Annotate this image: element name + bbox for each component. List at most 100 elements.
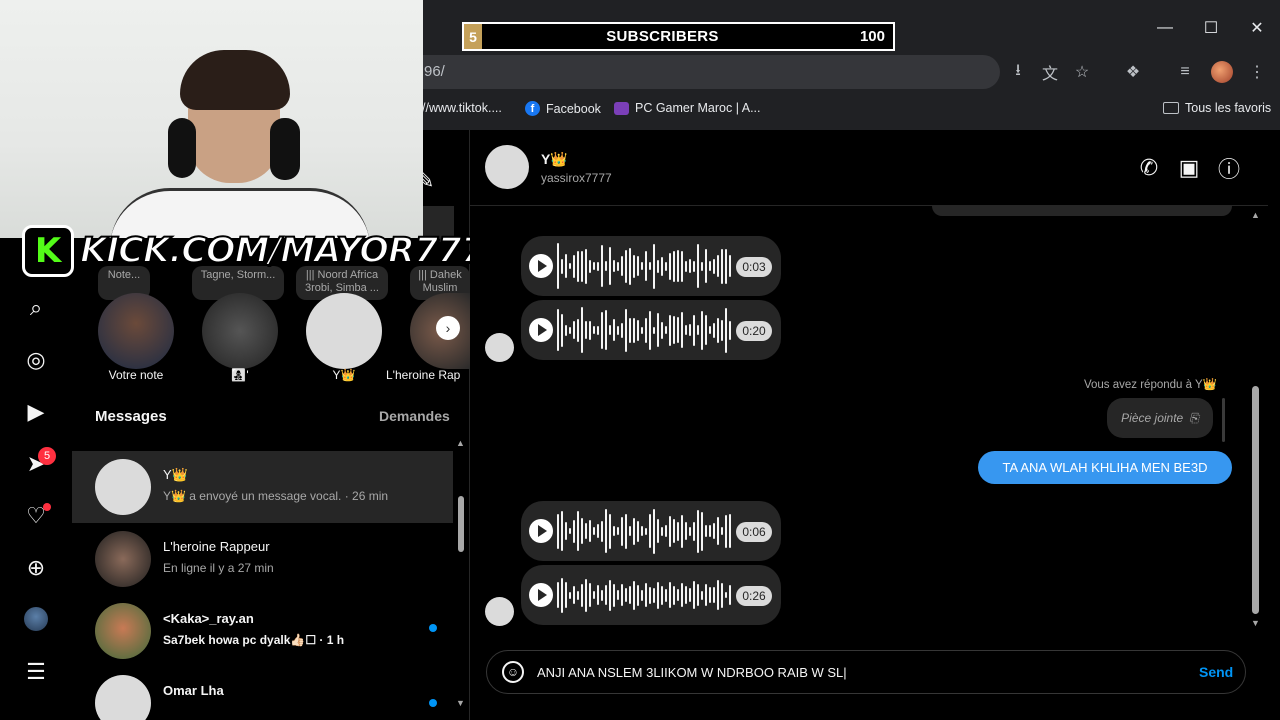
explore-icon[interactable]: ◎ <box>22 346 50 374</box>
replied-attachment[interactable]: Pièce jointe ⎘ <box>1107 398 1213 438</box>
conversation-list-scroll-thumb[interactable] <box>458 496 464 552</box>
avatar <box>95 459 151 515</box>
reels-icon[interactable]: ▶ <box>22 398 50 426</box>
play-icon[interactable] <box>529 519 553 543</box>
play-icon[interactable] <box>529 318 553 342</box>
voice-message[interactable]: 0:20 <box>521 300 781 360</box>
scroll-down-arrow-icon[interactable]: ▼ <box>1251 618 1260 628</box>
waveform-bar <box>569 591 571 599</box>
requests-link[interactable]: Demandes <box>379 408 450 424</box>
waveform-bar <box>581 307 583 353</box>
waveform-bar <box>625 513 627 549</box>
create-icon[interactable]: ⊕ <box>22 554 50 582</box>
media-controls-icon[interactable]: ≡ <box>1173 60 1197 84</box>
chevron-right-icon[interactable]: › <box>436 316 460 340</box>
waveform-bar <box>665 261 667 271</box>
waveform[interactable] <box>557 242 731 290</box>
bookmark-tiktok[interactable]: //www.tiktok.... <box>422 101 502 115</box>
waveform-bar <box>709 525 711 537</box>
waveform-bar <box>585 321 587 339</box>
info-icon[interactable]: ⓘ <box>1215 154 1243 182</box>
waveform-bar <box>617 527 619 535</box>
waveform-bar <box>597 524 599 538</box>
send-button[interactable]: Send <box>1199 664 1233 680</box>
scroll-up-arrow-icon[interactable]: ▲ <box>456 438 465 448</box>
story-label: Votre note <box>108 368 164 382</box>
bookmark-star-icon[interactable]: ☆ <box>1070 60 1094 84</box>
waveform-bar <box>589 259 591 273</box>
message-input-text[interactable]: ANJI ANA NSLEM 3LIIKOM W NDRBOO RAIB W S… <box>537 665 847 680</box>
waveform-bar <box>613 526 615 536</box>
bookmark-facebook[interactable]: f Facebook <box>525 101 601 116</box>
extensions-icon[interactable]: ❖ <box>1121 60 1145 84</box>
waveform-bar <box>677 250 679 282</box>
conversation-name: Y👑 <box>163 467 188 482</box>
video-call-icon[interactable]: ▣ <box>1175 154 1203 182</box>
conversation-row[interactable]: Y👑 Y👑 a envoyé un message vocal. · 26 mi… <box>72 451 453 523</box>
waveform-bar <box>589 320 591 340</box>
conversation-row[interactable]: L'heroine Rappeur En ligne il y a 27 min <box>72 523 453 595</box>
play-icon[interactable] <box>529 254 553 278</box>
bookmark-pc-gamer[interactable]: PC Gamer Maroc | A... <box>614 101 761 115</box>
waveform-bar <box>685 260 687 272</box>
sent-message[interactable]: TA ANA WLAH KHLIHA MEN BE3D <box>978 451 1232 484</box>
kick-logo-icon: K <box>22 225 74 277</box>
maximize-button[interactable]: ☐ <box>1196 14 1226 42</box>
waveform-bar <box>717 255 719 277</box>
waveform-bar <box>577 590 579 600</box>
translate-icon[interactable]: 文 <box>1038 60 1062 84</box>
waveform-bar <box>701 310 703 350</box>
story-avatar[interactable] <box>306 293 382 369</box>
waveform-bar <box>653 587 655 603</box>
conversation-list-scrollbar[interactable] <box>456 438 466 708</box>
profile-avatar[interactable] <box>24 607 48 631</box>
close-window-button[interactable]: ✕ <box>1242 14 1272 42</box>
install-app-icon[interactable]: ⭳ <box>1006 60 1030 84</box>
phone-call-icon[interactable]: ✆ <box>1135 154 1163 182</box>
menu-icon[interactable]: ☰ <box>22 658 50 686</box>
waveform-bar <box>649 262 651 270</box>
address-bar[interactable] <box>400 55 1000 89</box>
waveform-bar <box>717 317 719 343</box>
waveform-bar <box>689 588 691 602</box>
waveform-bar <box>565 324 567 336</box>
browser-profile-avatar[interactable] <box>1211 61 1233 83</box>
story-avatar[interactable] <box>98 293 174 369</box>
chat-avatar[interactable] <box>485 145 529 189</box>
voice-message[interactable]: 0:26 <box>521 565 781 625</box>
waveform-bar <box>725 248 727 284</box>
scroll-up-arrow-icon[interactable]: ▲ <box>1251 210 1260 220</box>
facebook-icon: f <box>525 101 540 116</box>
waveform[interactable] <box>557 306 731 354</box>
search-icon[interactable]: ⌕ <box>22 294 50 322</box>
bookmark-all-favorites[interactable]: Tous les favoris <box>1163 101 1271 115</box>
kick-channel-url: KICK.COM/MAYOR777 <box>79 230 486 272</box>
conversation-row[interactable]: Omar Lha <box>72 667 453 720</box>
voice-message[interactable]: 0:03 <box>521 236 781 296</box>
story-label: Y👑 <box>332 368 356 382</box>
browser-menu-icon[interactable]: ⋮ <box>1245 60 1269 84</box>
waveform-bar <box>609 247 611 285</box>
waveform[interactable] <box>557 507 731 555</box>
waveform-bar <box>593 262 595 270</box>
waveform-bar <box>721 319 723 341</box>
minimize-button[interactable]: — <box>1150 14 1180 42</box>
waveform-bar <box>665 588 667 602</box>
emoji-icon[interactable]: ☺ <box>502 661 524 683</box>
waveform-bar <box>641 326 643 334</box>
waveform-bar <box>657 519 659 543</box>
waveform-bar <box>573 254 575 278</box>
story-avatar[interactable] <box>202 293 278 369</box>
waveform-bar <box>661 256 663 276</box>
scroll-down-arrow-icon[interactable]: ▼ <box>456 698 465 708</box>
waveform-bar <box>561 258 563 274</box>
conversation-row[interactable]: <Kaka>_ray.an Sa7bek howa pc dyalk👍🏻☐ · … <box>72 595 453 667</box>
play-icon[interactable] <box>529 583 553 607</box>
waveform-bar <box>693 314 695 346</box>
chat-scroll-thumb[interactable] <box>1252 386 1259 614</box>
voice-message[interactable]: 0:06 <box>521 501 781 561</box>
waveform[interactable] <box>557 571 731 619</box>
waveform-bar <box>709 587 711 603</box>
chat-contact-name[interactable]: Y👑 <box>541 151 568 168</box>
page-scrollbar[interactable] <box>1268 130 1280 720</box>
